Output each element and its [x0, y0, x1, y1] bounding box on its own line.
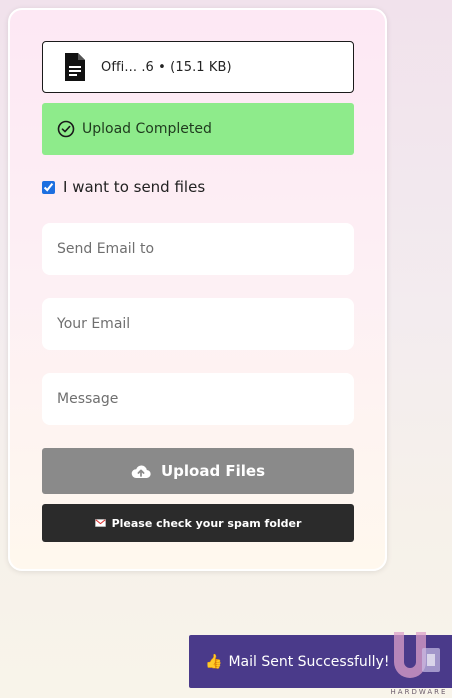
mail-icon: [94, 519, 106, 527]
upload-status-text: Upload Completed: [82, 121, 212, 137]
brand-watermark-text: HARDWARE: [390, 688, 448, 696]
upload-status-banner: Upload Completed: [42, 103, 354, 155]
send-files-checkbox[interactable]: [42, 180, 55, 194]
your-email-input[interactable]: [42, 298, 354, 350]
upload-files-button[interactable]: Upload Files: [42, 448, 354, 494]
upload-files-label: Upload Files: [160, 462, 266, 480]
check-circle-icon: [57, 120, 75, 138]
file-name: Offi... .6 • (15.1 KB): [101, 59, 232, 75]
message-input[interactable]: [42, 373, 354, 425]
brand-watermark: HARDWARE: [386, 628, 452, 698]
send-email-to-input[interactable]: [42, 223, 354, 275]
spam-folder-note-text: Please check your spam folder: [111, 516, 302, 530]
spam-folder-note: Please check your spam folder: [42, 504, 354, 542]
document-icon: [65, 53, 85, 81]
thumbs-up-icon: 👍: [205, 653, 223, 670]
cloud-upload-icon: [131, 465, 151, 479]
brand-logo-icon: [394, 632, 440, 678]
mail-sent-toast-text: Mail Sent Successfully!: [228, 653, 390, 670]
send-files-option[interactable]: I want to send files: [42, 178, 205, 196]
file-chip[interactable]: Offi... .6 • (15.1 KB): [42, 41, 354, 93]
send-files-label: I want to send files: [63, 178, 206, 196]
